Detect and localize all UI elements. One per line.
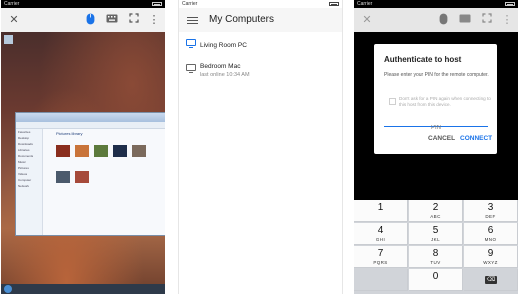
key-letters: JKL bbox=[431, 237, 440, 242]
key-delete[interactable]: ⌫ bbox=[464, 269, 518, 291]
more-options-icon[interactable]: ⋮ bbox=[500, 13, 514, 27]
photo-thumbnail[interactable] bbox=[94, 145, 108, 157]
window-commandbar bbox=[16, 122, 165, 129]
numeric-keypad: 1 2 ABC 3 DEF 4 GHI 5 JKL 6 MNO 7 PQRS 8 TUV 9W… bbox=[354, 200, 518, 294]
carrier-label: Carrier bbox=[357, 1, 373, 7]
remember-pin-label: Don't ask for a PIN again when connectin… bbox=[399, 96, 491, 107]
start-button[interactable] bbox=[4, 285, 12, 293]
key-blank bbox=[354, 269, 408, 291]
remember-pin-checkbox[interactable] bbox=[389, 98, 396, 105]
key-digit: 8 bbox=[432, 248, 439, 259]
key-letters: WXYZ bbox=[483, 260, 498, 265]
key-letters: GHI bbox=[375, 237, 386, 242]
page-title: My Computers bbox=[209, 14, 275, 25]
key-digit: 6 bbox=[487, 225, 494, 236]
photo-thumbnail[interactable] bbox=[56, 145, 70, 157]
battery-icon bbox=[329, 2, 339, 6]
photo-thumbnail[interactable] bbox=[75, 171, 89, 183]
pin-field bbox=[384, 116, 488, 131]
recycle-bin-icon[interactable] bbox=[4, 35, 13, 44]
close-icon[interactable]: ✕ bbox=[360, 13, 374, 27]
session-toolbar: ✕ ⋮ bbox=[1, 8, 165, 32]
mouse-icon[interactable] bbox=[436, 13, 450, 27]
keyboard-icon[interactable] bbox=[458, 13, 472, 27]
pin-input[interactable] bbox=[384, 125, 488, 131]
photo-thumbnail[interactable] bbox=[113, 145, 127, 157]
library-title: Pictures library bbox=[56, 131, 83, 136]
dialog-title: Authenticate to host bbox=[384, 55, 462, 64]
key-9[interactable]: 9 WXYZ bbox=[464, 246, 518, 268]
key-0[interactable]: 0 bbox=[409, 269, 463, 291]
key-letters: DEF bbox=[485, 214, 496, 219]
session-toolbar: ✕ ⋮ bbox=[354, 8, 518, 32]
window-titlebar[interactable] bbox=[16, 113, 165, 122]
menu-icon[interactable] bbox=[187, 17, 198, 24]
more-options-icon[interactable]: ⋮ bbox=[147, 13, 161, 27]
phone-remote-desktop: Carrier ✕ ⋮ Favorites Desktop Downloads … bbox=[1, 0, 165, 294]
host-status: last online 10:34 AM bbox=[200, 72, 250, 78]
computer-icon bbox=[186, 39, 196, 49]
status-bar: Carrier bbox=[1, 0, 165, 8]
photo-thumbnail[interactable] bbox=[56, 171, 70, 183]
host-name: Living Room PC bbox=[200, 42, 247, 49]
photo-thumbnail[interactable] bbox=[75, 145, 89, 157]
fullscreen-icon[interactable] bbox=[480, 13, 494, 27]
key-4[interactable]: 4 GHI bbox=[354, 223, 408, 245]
key-digit: 2 bbox=[432, 202, 439, 213]
battery-icon bbox=[505, 2, 515, 6]
key-digit: 4 bbox=[377, 225, 384, 236]
key-letters: TUV bbox=[430, 260, 441, 265]
explorer-window[interactable]: Favorites Desktop Downloads Libraries Do… bbox=[15, 112, 165, 236]
key-letters: PQRS bbox=[373, 260, 388, 265]
phone-host-list: Carrier My Computers Living Room PC Bedr… bbox=[178, 0, 343, 294]
key-3[interactable]: 3 DEF bbox=[464, 200, 518, 222]
keyboard-icon[interactable] bbox=[105, 13, 119, 27]
host-row-bedroom-mac[interactable]: Bedroom Mac last online 10:34 AM bbox=[179, 59, 342, 85]
key-6[interactable]: 6 MNO bbox=[464, 223, 518, 245]
key-digit: 9 bbox=[487, 248, 494, 259]
host-name: Bedroom Mac bbox=[200, 63, 241, 70]
carrier-label: Carrier bbox=[4, 1, 20, 7]
remote-desktop-canvas[interactable]: Favorites Desktop Downloads Libraries Do… bbox=[1, 32, 165, 294]
key-digit: 3 bbox=[487, 202, 494, 213]
key-7[interactable]: 7 PQRS bbox=[354, 246, 408, 268]
key-5[interactable]: 5 JKL bbox=[409, 223, 463, 245]
auth-dialog: Authenticate to host Please enter your P… bbox=[374, 44, 497, 154]
connect-button[interactable]: CONNECT bbox=[460, 135, 492, 142]
backspace-icon: ⌫ bbox=[485, 276, 497, 284]
key-digit: 1 bbox=[377, 202, 384, 213]
mouse-icon[interactable] bbox=[83, 13, 97, 27]
battery-icon bbox=[152, 2, 162, 6]
fullscreen-icon[interactable] bbox=[127, 13, 141, 27]
photo-thumbnail[interactable] bbox=[132, 145, 146, 157]
close-icon[interactable]: ✕ bbox=[7, 13, 21, 27]
carrier-label: Carrier bbox=[182, 1, 198, 7]
key-1[interactable]: 1 bbox=[354, 200, 408, 222]
key-digit: 7 bbox=[377, 248, 384, 259]
cancel-button[interactable]: CANCEL bbox=[428, 135, 455, 142]
key-letters: ABC bbox=[430, 214, 441, 219]
key-letters: MNO bbox=[484, 237, 497, 242]
status-bar: Carrier bbox=[354, 0, 518, 8]
key-digit: 0 bbox=[432, 271, 439, 282]
explorer-sidebar: Favorites Desktop Downloads Libraries Do… bbox=[16, 129, 43, 235]
phone-authenticate: Carrier ✕ ⋮ Authenticate to host Please … bbox=[354, 0, 518, 294]
computer-offline-icon bbox=[186, 64, 196, 74]
dialog-prompt: Please enter your PIN for the remote com… bbox=[384, 72, 489, 78]
key-8[interactable]: 8 TUV bbox=[409, 246, 463, 268]
taskbar[interactable] bbox=[1, 284, 165, 294]
key-digit: 5 bbox=[432, 225, 439, 236]
key-2[interactable]: 2 ABC bbox=[409, 200, 463, 222]
host-row-living-room-pc[interactable]: Living Room PC bbox=[179, 34, 342, 60]
status-bar: Carrier bbox=[179, 0, 342, 8]
sidebar-item[interactable]: Network bbox=[16, 183, 42, 189]
